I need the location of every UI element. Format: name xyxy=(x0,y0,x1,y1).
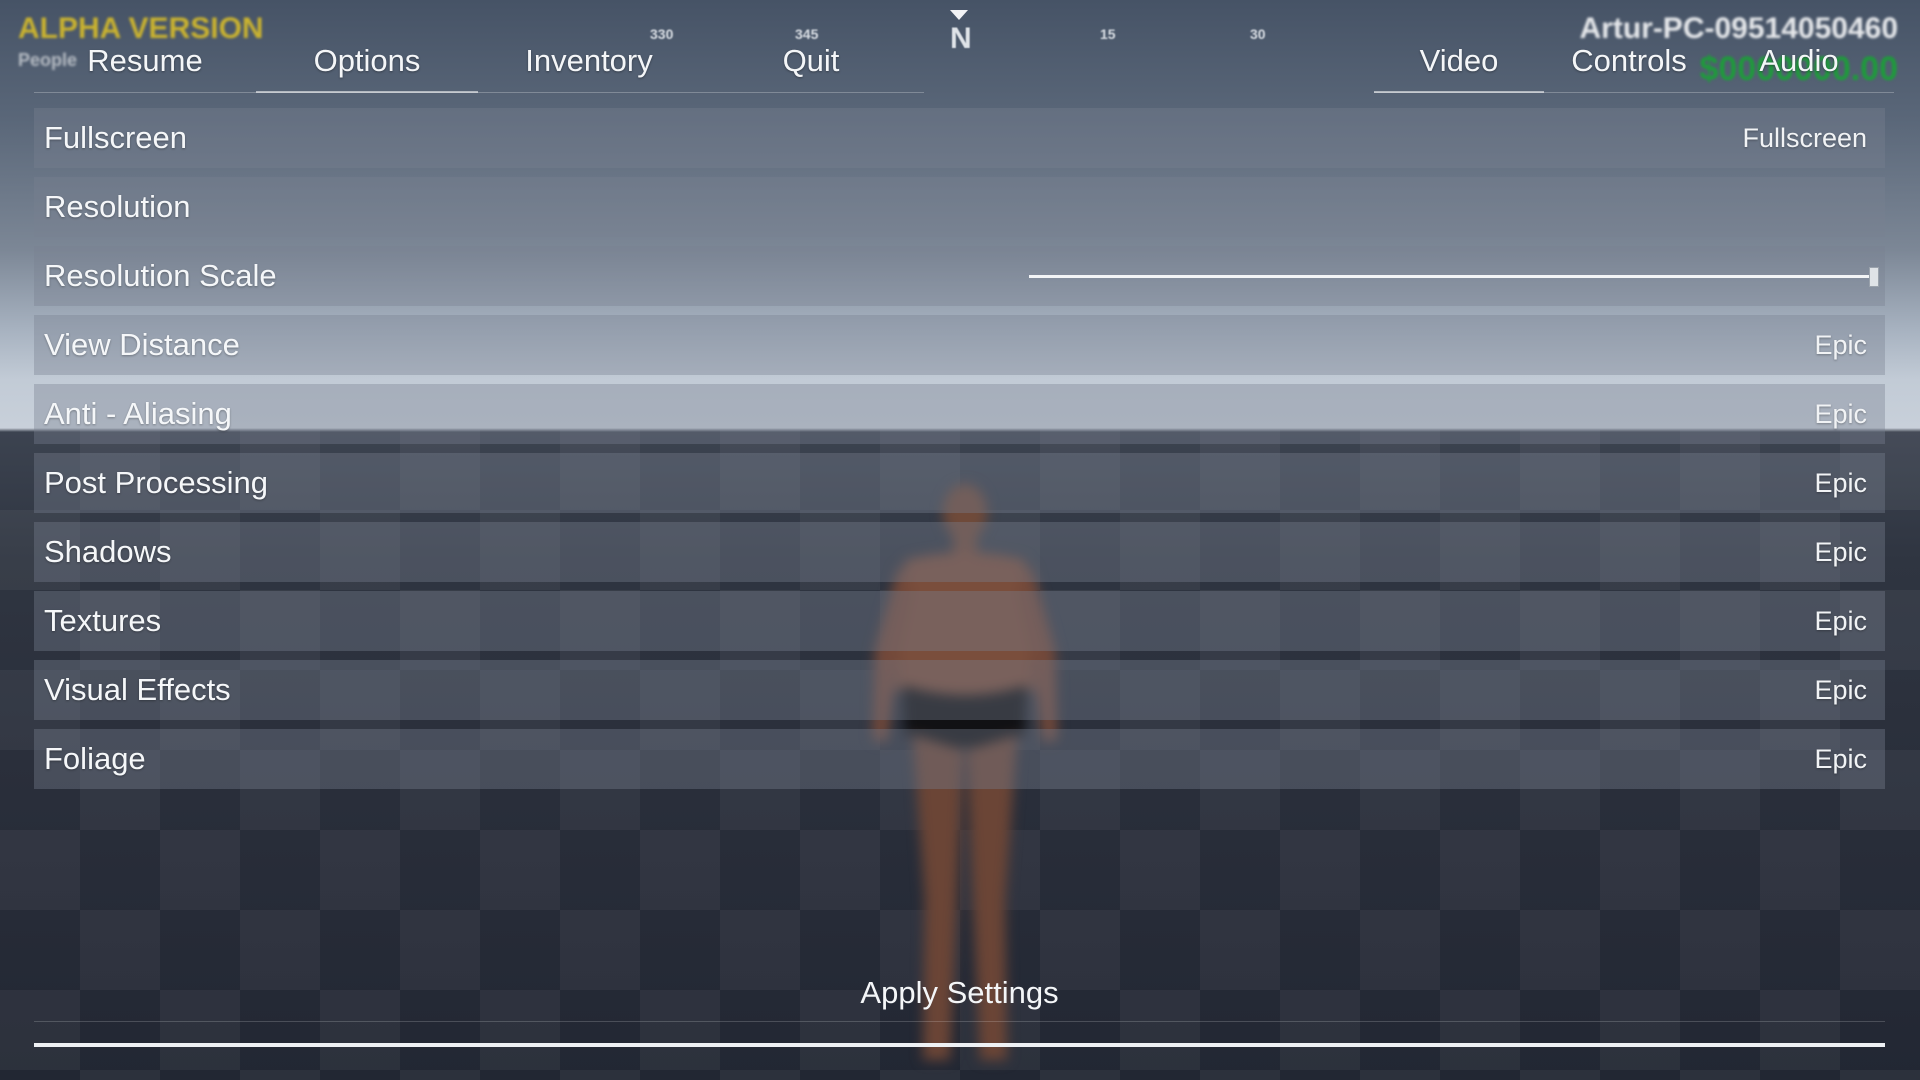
tab-video[interactable]: Video xyxy=(1374,30,1544,93)
setting-label: Post Processing xyxy=(44,465,268,500)
setting-label: Textures xyxy=(44,603,162,638)
setting-value[interactable]: Epic xyxy=(1814,675,1867,706)
setting-row-resolution[interactable]: Resolution xyxy=(34,177,1885,237)
setting-label: Anti - Aliasing xyxy=(44,396,232,431)
setting-label: Visual Effects xyxy=(44,672,231,707)
resolution-scale-slider[interactable] xyxy=(1029,267,1879,287)
setting-label: Fullscreen xyxy=(44,120,187,155)
compass-tick: 15 xyxy=(1100,26,1116,42)
setting-value[interactable]: Epic xyxy=(1814,399,1867,430)
setting-label: Resolution xyxy=(44,189,191,224)
setting-label: Shadows xyxy=(44,534,172,569)
tab-quit[interactable]: Quit xyxy=(700,30,922,92)
setting-row-shadows[interactable]: Shadows Epic xyxy=(34,522,1885,582)
setting-value[interactable]: Epic xyxy=(1814,468,1867,499)
setting-label: Foliage xyxy=(44,741,146,776)
video-settings-list: Fullscreen Fullscreen Resolution Resolut… xyxy=(34,108,1885,798)
setting-row-post-processing[interactable]: Post Processing Epic xyxy=(34,453,1885,513)
setting-label: Resolution Scale xyxy=(44,258,277,293)
setting-value[interactable]: Epic xyxy=(1814,744,1867,775)
tab-inventory[interactable]: Inventory xyxy=(478,30,700,92)
tab-controls[interactable]: Controls xyxy=(1544,30,1714,92)
setting-row-view-distance[interactable]: View Distance Epic xyxy=(34,315,1885,375)
setting-row-resolution-scale: Resolution Scale xyxy=(34,246,1885,306)
tab-resume[interactable]: Resume xyxy=(34,30,256,92)
setting-value[interactable]: Epic xyxy=(1814,537,1867,568)
setting-label: View Distance xyxy=(44,327,240,362)
apply-settings-button[interactable]: Apply Settings xyxy=(34,965,1885,1022)
bottom-divider xyxy=(34,1043,1885,1047)
tab-options[interactable]: Options xyxy=(256,30,478,93)
compass-tick: 30 xyxy=(1250,26,1266,42)
slider-handle[interactable] xyxy=(1869,267,1879,287)
tab-audio[interactable]: Audio xyxy=(1714,30,1884,92)
compass-heading: N xyxy=(950,22,972,55)
setting-row-textures[interactable]: Textures Epic xyxy=(34,591,1885,651)
setting-value[interactable]: Epic xyxy=(1814,606,1867,637)
compass-pointer-icon xyxy=(950,10,968,20)
setting-value[interactable]: Fullscreen xyxy=(1742,123,1867,154)
setting-row-fullscreen[interactable]: Fullscreen Fullscreen xyxy=(34,108,1885,168)
setting-row-visual-effects[interactable]: Visual Effects Epic xyxy=(34,660,1885,720)
main-menu-tabs: Resume Options Inventory Quit xyxy=(34,30,924,93)
setting-row-foliage[interactable]: Foliage Epic xyxy=(34,729,1885,789)
setting-value[interactable]: Epic xyxy=(1814,330,1867,361)
options-category-tabs: Video Controls Audio xyxy=(1374,30,1894,93)
setting-row-anti-aliasing[interactable]: Anti - Aliasing Epic xyxy=(34,384,1885,444)
